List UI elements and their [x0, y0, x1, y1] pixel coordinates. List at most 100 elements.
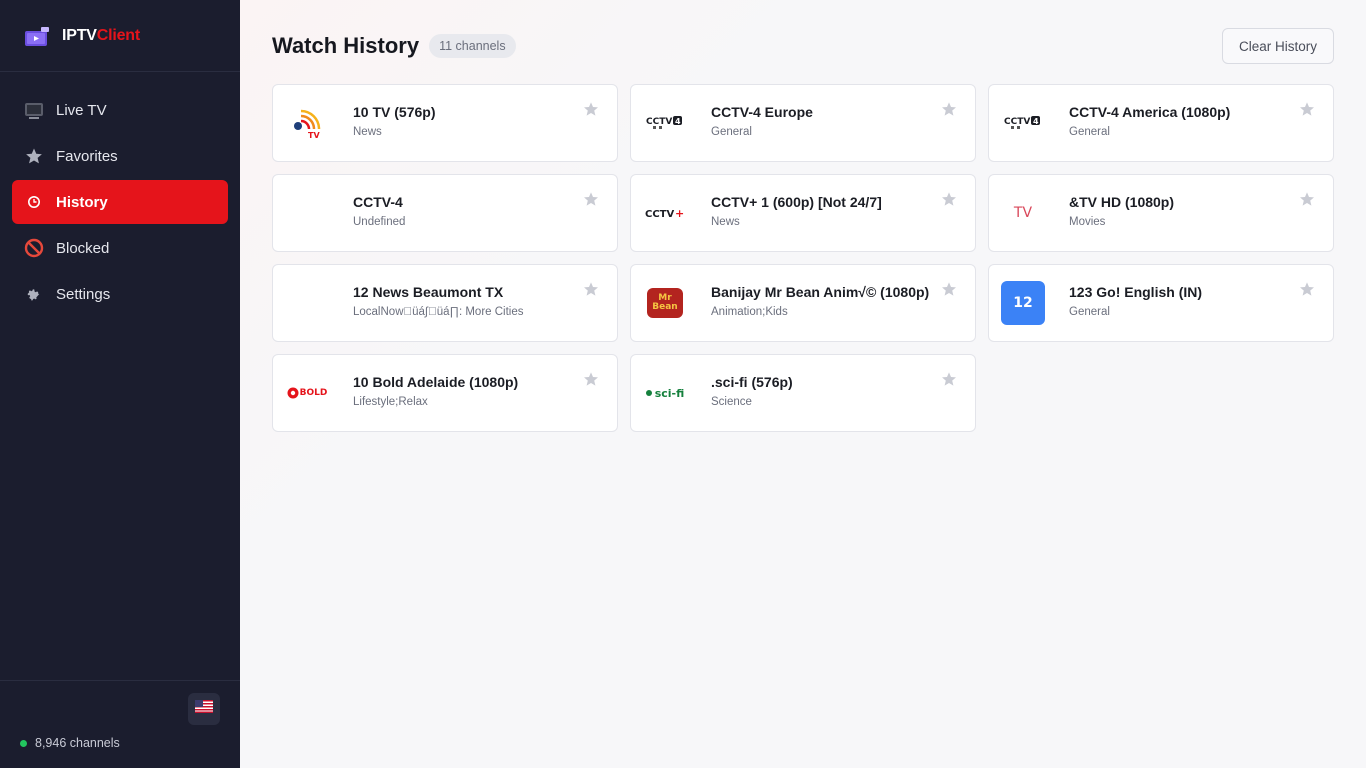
page-header: Watch History 11 channels Clear History [272, 28, 1334, 64]
online-status-dot [20, 739, 27, 747]
channel-category: News [353, 126, 382, 138]
channel-card[interactable]: Mr Bean Banijay Mr Bean Anim√© (1080p) A… [630, 264, 976, 342]
number-logo-icon: 12 [1001, 281, 1045, 325]
channel-category: Movies [1069, 216, 1106, 228]
sidebar-footer: 8,946 channels [0, 680, 240, 768]
favorite-star-icon[interactable] [581, 369, 601, 389]
channel-card[interactable]: TV &TV HD (1080p) Movies [988, 174, 1334, 252]
mrbean-logo-icon: Mr Bean [643, 281, 687, 325]
channel-name: CCTV-4 America (1080p) [1069, 104, 1231, 120]
10bold-logo-text: BOLD [299, 388, 328, 398]
channel-card[interactable]: CCTV 4 CCTV-4 America (1080p) General [988, 84, 1334, 162]
channel-card[interactable]: CCTV-4 Undefined [272, 174, 618, 252]
favorite-star-icon[interactable] [939, 279, 959, 299]
tv-logo-icon [24, 26, 50, 46]
channel-card[interactable]: CCTV + CCTV+ 1 (600p) [Not 24/7] News [630, 174, 976, 252]
flag-us-icon [195, 700, 213, 718]
channel-name: .sci-fi (576p) [711, 374, 793, 390]
channel-name: CCTV-4 Europe [711, 104, 813, 120]
svg-text:CCTV: CCTV [646, 117, 672, 127]
channel-name: 10 TV (576p) [353, 104, 436, 120]
brand-name: IPTVClient [62, 27, 140, 45]
channel-card[interactable]: TV 10 TV (576p) News [272, 84, 618, 162]
brand-name-part-b: Client [96, 26, 141, 44]
gear-icon [24, 284, 44, 304]
andtv-logo-text: TV [1013, 205, 1033, 221]
number-logo-text: 12 [1013, 295, 1033, 311]
channel-category: Lifestyle;Relax [353, 396, 428, 408]
10tv-logo-icon: TV [285, 101, 329, 145]
clock-icon [24, 192, 44, 212]
channel-count-label: 8,946 channels [35, 736, 120, 750]
svg-text:CCTV: CCTV [645, 209, 674, 220]
channel-count-status: 8,946 channels [20, 736, 120, 750]
cctv4-logo-icon: CCTV 4 [643, 101, 687, 145]
channel-category: Undefined [353, 216, 406, 228]
svg-text:4: 4 [1033, 117, 1039, 126]
channel-category: General [711, 126, 752, 138]
channel-name: 12 News Beaumont TX [353, 284, 504, 300]
brand[interactable]: IPTVClient [0, 0, 240, 72]
sidebar-item-blocked[interactable]: Blocked [12, 226, 228, 270]
favorite-star-icon[interactable] [581, 99, 601, 119]
channel-category: Science [711, 396, 752, 408]
mrbean-logo-text: Mr Bean [652, 293, 678, 312]
channel-name: Banijay Mr Bean Anim√© (1080p) [711, 284, 930, 300]
channel-name: &TV HD (1080p) [1069, 194, 1175, 210]
svg-text:+: + [675, 207, 684, 220]
main-content: Watch History 11 channels Clear History … [240, 0, 1366, 768]
blank-logo-icon [285, 281, 329, 325]
cctv4-logo-icon: CCTV 4 [1001, 101, 1045, 145]
sidebar-item-label: Blocked [56, 239, 110, 257]
favorite-star-icon[interactable] [1297, 189, 1317, 209]
favorite-star-icon[interactable] [581, 189, 601, 209]
blocked-icon [24, 238, 44, 258]
sidebar-item-settings[interactable]: Settings [12, 272, 228, 316]
channel-card[interactable]: CCTV 4 CCTV-4 Europe General [630, 84, 976, 162]
channel-category: News [711, 216, 740, 228]
channel-count-badge: 11 channels [429, 34, 516, 58]
channel-category: General [1069, 306, 1110, 318]
favorite-star-icon[interactable] [939, 99, 959, 119]
channel-card[interactable]: 12 123 Go! English (IN) General [988, 264, 1334, 342]
channel-category: General [1069, 126, 1110, 138]
history-grid: TV 10 TV (576p) News CCTV 4 CCTV-4 Europ… [272, 84, 1334, 432]
sidebar-item-label: Live TV [56, 101, 107, 119]
channel-name: CCTV+ 1 (600p) [Not 24/7] [711, 194, 882, 210]
svg-text:CCTV: CCTV [1004, 117, 1030, 127]
andtv-logo-icon: TV [1001, 191, 1045, 235]
favorite-star-icon[interactable] [581, 279, 601, 299]
star-icon [24, 146, 44, 166]
favorite-star-icon[interactable] [1297, 99, 1317, 119]
channel-card[interactable]: sci-fi .sci-fi (576p) Science [630, 354, 976, 432]
sidebar-item-live-tv[interactable]: Live TV [12, 88, 228, 132]
favorite-star-icon[interactable] [939, 189, 959, 209]
scifi-logo-text: sci-fi [654, 386, 685, 400]
sidebar-item-label: History [56, 193, 108, 211]
cctvplus-logo-icon: CCTV + [643, 191, 687, 235]
sidebar-item-favorites[interactable]: Favorites [12, 134, 228, 178]
channel-name: CCTV-4 [353, 194, 403, 210]
clear-history-button[interactable]: Clear History [1221, 28, 1334, 64]
brand-name-part-a: IPTV [62, 26, 97, 44]
channel-name: 123 Go! English (IN) [1069, 284, 1203, 300]
tv-icon [24, 100, 44, 120]
blank-logo-icon [285, 191, 329, 235]
channel-card[interactable]: BOLD 10 Bold Adelaide (1080p) Lifestyle;… [272, 354, 618, 432]
10bold-logo-icon: BOLD [285, 371, 329, 415]
favorite-star-icon[interactable] [939, 369, 959, 389]
sidebar-item-label: Settings [56, 285, 111, 303]
sidebar: IPTVClient Live TV Favorites History Blo… [0, 0, 240, 768]
favorite-star-icon[interactable] [1297, 279, 1317, 299]
region-selector-button[interactable] [188, 693, 220, 725]
svg-text:4: 4 [675, 117, 681, 126]
sidebar-nav: Live TV Favorites History Blocked Settin… [0, 72, 240, 316]
channel-category: LocalNow üá∫ üá∏: More Cities [353, 306, 524, 318]
sidebar-item-label: Favorites [56, 147, 118, 165]
channel-category: Animation;Kids [711, 306, 788, 318]
scifi-logo-icon: sci-fi [643, 371, 687, 415]
page-title: Watch History [272, 33, 420, 58]
sidebar-item-history[interactable]: History [12, 180, 228, 224]
channel-name: 10 Bold Adelaide (1080p) [353, 374, 519, 390]
channel-card[interactable]: 12 News Beaumont TX LocalNow üá∫ üá∏: Mo… [272, 264, 618, 342]
